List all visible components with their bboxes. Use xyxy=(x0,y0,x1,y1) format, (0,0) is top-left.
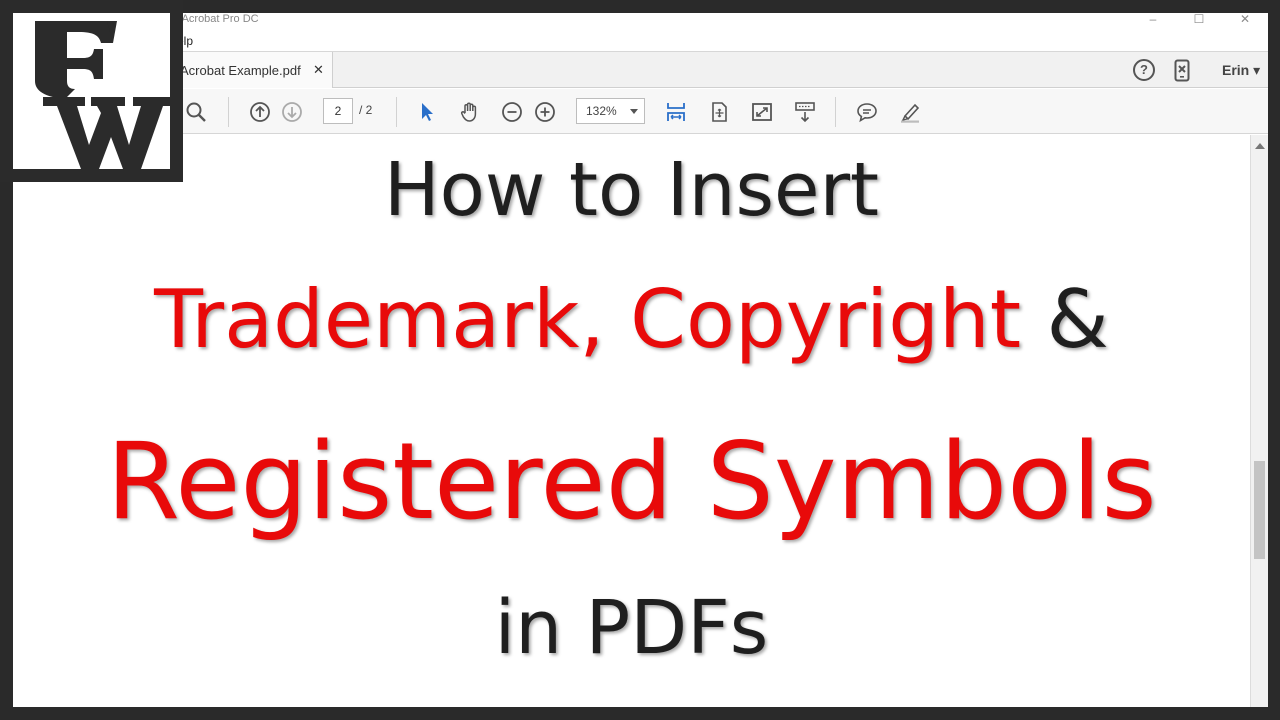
scroll-up-arrow-icon[interactable] xyxy=(1255,143,1265,149)
scrollbar-thumb[interactable] xyxy=(1254,461,1265,559)
minimize-button[interactable]: – xyxy=(1130,13,1176,29)
ampersand-text: & xyxy=(1046,273,1109,366)
comment-icon[interactable] xyxy=(854,99,880,125)
app-title: e Acrobat Pro DC xyxy=(173,13,259,25)
maximize-button[interactable]: ☐ xyxy=(1176,13,1222,29)
toolbar-separator xyxy=(396,97,397,127)
arrow-down-circle-icon[interactable] xyxy=(279,99,305,125)
fit-page-icon[interactable] xyxy=(706,99,732,125)
logo xyxy=(0,0,183,182)
zoom-in-icon[interactable] xyxy=(532,99,558,125)
arrow-up-circle-icon[interactable] xyxy=(247,99,273,125)
hand-tool-icon[interactable] xyxy=(457,99,483,125)
full-screen-icon[interactable] xyxy=(749,99,775,125)
fit-width-icon[interactable] xyxy=(663,99,689,125)
close-window-button[interactable]: ✕ xyxy=(1222,13,1268,29)
chevron-down-icon xyxy=(630,109,638,114)
window-controls: – ☐ ✕ xyxy=(1130,13,1268,29)
zoom-select[interactable]: 132% xyxy=(576,98,645,124)
document-view[interactable]: How to Insert Trademark, Copyright & Reg… xyxy=(13,135,1250,707)
title-bar: e Acrobat Pro DC – ☐ ✕ xyxy=(13,13,1268,31)
title-line-3: Registered Symbols xyxy=(106,420,1157,543)
highlight-pen-icon[interactable] xyxy=(897,99,923,125)
document-tab-label: Acrobat Example.pdf xyxy=(180,63,301,78)
document-tab[interactable]: Acrobat Example.pdf ✕ xyxy=(163,52,333,88)
zoom-out-icon[interactable] xyxy=(499,99,525,125)
tab-row: Acrobat Example.pdf ✕ ? Erin ▾ xyxy=(13,51,1268,88)
vertical-scrollbar[interactable] xyxy=(1250,135,1268,707)
menu-bar: elp xyxy=(13,31,1268,51)
title-line-2: Trademark, Copyright & xyxy=(13,273,1250,366)
logo-mark xyxy=(13,13,170,169)
user-menu[interactable]: Erin ▾ xyxy=(1222,62,1260,79)
page-total: / 2 xyxy=(359,103,373,117)
acrobat-window: e Acrobat Pro DC – ☐ ✕ elp Acrobat Examp… xyxy=(13,13,1268,707)
copyright-text: Copyright xyxy=(630,273,1047,366)
select-cursor-icon[interactable] xyxy=(414,99,440,125)
page-number-input[interactable]: 2 xyxy=(323,98,353,124)
toolbar-separator xyxy=(228,97,229,127)
search-icon[interactable] xyxy=(183,99,209,125)
mobile-link-icon[interactable] xyxy=(1174,59,1190,82)
title-line-1: How to Insert xyxy=(383,147,880,233)
zoom-value: 132% xyxy=(586,104,617,118)
close-tab-icon[interactable]: ✕ xyxy=(313,62,324,78)
help-icon[interactable]: ? xyxy=(1133,59,1155,81)
toolbar: 2 / 2 132% xyxy=(13,89,1268,134)
trademark-text: Trademark, xyxy=(154,273,631,366)
toolbar-separator xyxy=(835,97,836,127)
read-mode-icon[interactable] xyxy=(792,99,818,125)
title-line-4: in PDFs xyxy=(494,585,769,671)
